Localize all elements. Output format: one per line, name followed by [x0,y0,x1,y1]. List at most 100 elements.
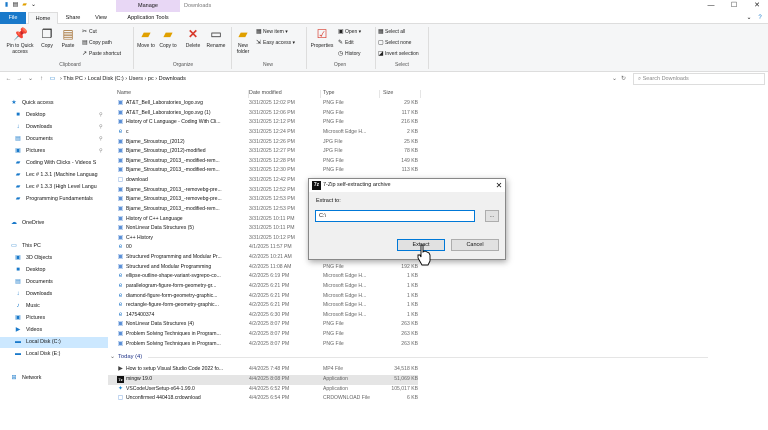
file-row[interactable]: e parallelogram-figure-form-geometry-gr..… [108,282,418,292]
back-arrow-icon[interactable]: ← [4,74,13,84]
file-row[interactable]: ▣ History of C Language - Coding With Cli… [108,118,418,128]
column-divider[interactable] [379,90,380,98]
column-header-name[interactable]: Name [117,90,131,96]
copy-to-button[interactable]: ▰ Copy to [158,27,178,49]
cancel-button[interactable]: Cancel [451,239,499,251]
group-header-today[interactable]: ⌄ Today (4) [110,352,708,362]
invert-selection-button[interactable]: ◪Invert selection [378,50,419,57]
nav-item[interactable]: ▶ Videos [0,325,108,336]
nav-item[interactable]: ☁ OneDrive [0,218,108,229]
easy-access-button[interactable]: ⇲ Easy access ▾ [256,39,295,46]
file-size: 51,069 KB [394,376,418,382]
help-icon[interactable]: ? [755,12,765,24]
rename-button[interactable]: ▭ Rename [204,27,228,49]
file-row[interactable]: ▶ How to setup Visual Studio Code 2022 fo… [108,365,418,375]
nav-item[interactable]: ♪ Music [0,301,108,312]
file-type: Microsoft Edge H... [323,302,367,309]
copy-path-button[interactable]: ▤Copy path [82,39,112,46]
file-row[interactable]: e ellipse-outline-shape-variant-svgrepo-c… [108,272,418,282]
address-dropdown-icon[interactable]: ⌄ [610,74,619,84]
file-row[interactable]: ▣ Structured and Modular Programming 4/2/2… [108,263,418,273]
file-row[interactable]: ▢ Unconfirmed 440418.crdownload 4/4/2025 6… [108,394,418,404]
nav-item[interactable]: ▤ Documents ⚲ [0,134,108,145]
dialog-close-button[interactable]: ✕ [493,179,505,192]
file-row[interactable]: ✦ VSCodeUserSetup-x64-1.99.0 4/4/2025 6:52… [108,385,418,395]
close-button[interactable]: ✕ [746,0,768,12]
file-row[interactable]: 7z mingw 19.0 4/4/2025 8:08 PM Application 5… [108,375,418,385]
forward-arrow-icon[interactable]: → [15,74,24,84]
edit-button[interactable]: ✎ Edit [338,39,354,46]
file-row[interactable]: ▣ Bjarne_Stroustrup_(2012)-modified 3/31/2… [108,147,418,157]
file-row[interactable]: ▣ AT&T_Bell_Laboratories_logo.svg 3/31/202… [108,99,418,109]
open-button[interactable]: ▣Open ▾ [338,28,361,35]
file-row[interactable]: e rectangle-figure-form-geometry-graphic.… [108,301,418,311]
nav-item[interactable]: ▤ Documents [0,277,108,288]
file-row[interactable]: ▣ Problem Solving Techniques in Program..… [108,340,418,350]
nav-item-label: Pictures [26,147,46,154]
column-header-date[interactable]: Date modified [249,90,282,96]
minimize-button[interactable]: — [700,0,722,12]
new-folder-button[interactable]: ▰ New folder [233,27,253,55]
tab-file[interactable]: File [0,12,26,24]
up-arrow-icon[interactable]: ↑ [37,74,46,84]
tab-view[interactable]: View [88,12,114,24]
breadcrumb[interactable]: › This PC › Local Disk (C:) › Users › pc… [60,74,560,84]
nav-item[interactable]: ▣ Pictures [0,313,108,324]
tab-share[interactable]: Share [60,12,86,24]
copy-button[interactable]: ❐ Copy [38,27,56,49]
new-folder-quick-icon[interactable]: ▰ [21,2,28,9]
new-item-button[interactable]: ▦New item ▾ [256,28,288,35]
nav-item[interactable]: ▬ Local Disk (C:) [0,337,108,348]
file-row[interactable]: ▣ NonLinear Data Structures (4) 4/2/2025 8… [108,320,418,330]
nav-item[interactable]: ▰ Lec # 1.3.3 (High Level Langu [0,182,108,193]
collapse-ribbon-icon[interactable]: ⌄ [744,12,754,24]
browse-button[interactable]: ... [485,210,499,222]
cut-button[interactable]: ✂ Cut [82,28,97,35]
nav-item[interactable]: ↓ Downloads [0,289,108,300]
file-row[interactable]: ▣ AT&T_Bell_Laboratories_logo.svg (1) 3/31… [108,109,418,119]
file-row[interactable]: ▣ Problem Solving Techniques in Program..… [108,330,418,340]
column-divider[interactable] [320,90,321,98]
file-row[interactable]: ▣ Bjarne_Stroustrup_2013_-modified-rem...… [108,166,418,176]
nav-item[interactable]: ⊞ Network [0,373,108,384]
move-to-button[interactable]: ▰ Move to [136,27,156,49]
nav-item[interactable]: ★ Quick access [0,98,108,109]
dialog-title-bar[interactable]: 7z 7-Zip self-extracting archive ✕ [309,179,505,192]
quick-access-toolbar-dropdown-icon[interactable]: ⌄ [30,2,37,9]
file-row[interactable]: e c 3/31/2025 12:24 PM Microsoft Edge H... 2… [108,128,418,138]
tab-application-tools[interactable]: Application Tools [116,12,180,24]
recent-locations-chevron-icon[interactable]: ⌄ [26,74,35,84]
pin-to-quick-access-button[interactable]: 📌 Pin to Quick access [2,27,38,55]
column-divider[interactable] [420,90,421,98]
paste-shortcut-button[interactable]: ↗ Paste shortcut [82,50,121,57]
file-row[interactable]: e 1475400374 4/2/2025 6:30 PM Microsoft Edg… [108,311,418,321]
maximize-button[interactable]: ☐ [723,0,745,12]
paste-button[interactable]: ▤ Paste [58,27,78,49]
nav-item[interactable]: ▣ Pictures ⚲ [0,146,108,157]
nav-item[interactable]: ▣ 3D Objects [0,253,108,264]
file-row[interactable]: ▣ Bjarne_Stroustrup_(2012) 3/31/2025 12:26… [108,138,418,148]
nav-item[interactable]: ▭ This PC [0,241,108,252]
select-all-button[interactable]: ▦Select all [378,28,405,35]
nav-item[interactable]: ▬ Local Disk (E:) [0,349,108,360]
file-row[interactable]: e diamond-figure-form-geometry-graphic...… [108,292,418,302]
manage-context-tab[interactable]: Manage [116,0,180,12]
nav-item[interactable]: ▰ Coding With Clicks - Videos S [0,158,108,169]
extract-path-field[interactable]: C:\ [315,210,475,222]
nav-item[interactable]: ■ Desktop ⚲ [0,110,108,121]
nav-item[interactable]: ▰ Programming Fundamentals [0,194,108,205]
properties-button[interactable]: ☑ Properties [308,27,336,49]
search-input[interactable]: ⌕ Search Downloads [633,73,765,85]
column-header-size[interactable]: Size [383,90,393,96]
nav-item[interactable]: ↓ Downloads ⚲ [0,122,108,133]
delete-button[interactable]: ✕ Delete [182,27,204,49]
nav-item[interactable]: ■ Desktop [0,265,108,276]
tab-home[interactable]: Home [28,12,58,24]
properties-quick-icon[interactable]: ▤ [12,2,19,9]
history-button[interactable]: ◷ History [338,50,361,57]
file-row[interactable]: ▣ Bjarne_Stroustrup_2013_-modified-rem...… [108,157,418,167]
select-none-button[interactable]: ▢Select none [378,39,411,46]
refresh-icon[interactable]: ↻ [621,74,630,84]
nav-item[interactable]: ▰ Lec # 1.3.1 (Machine Languag [0,170,108,181]
column-header-type[interactable]: Type [323,90,334,96]
